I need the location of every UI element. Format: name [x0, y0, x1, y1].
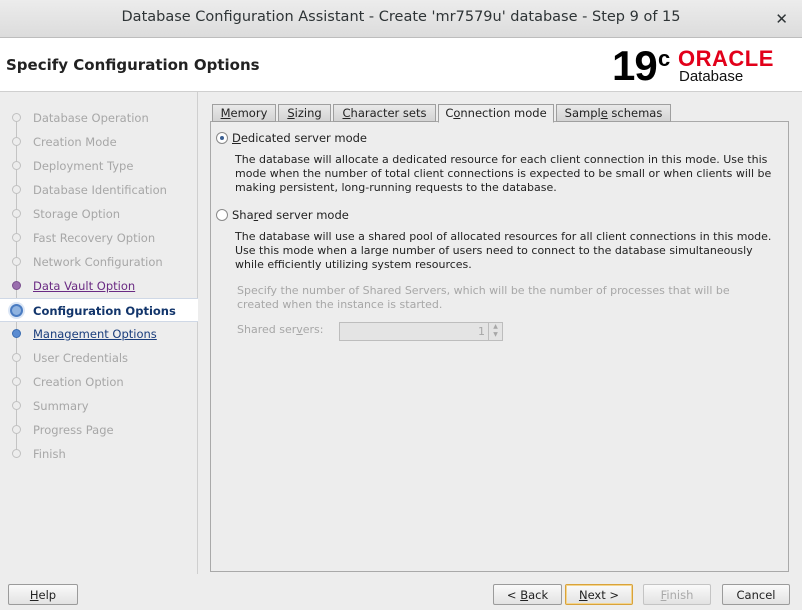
sidebar-item-user-credentials[interactable]: User Credentials — [0, 346, 198, 370]
shared-servers-label: Shared servers: — [237, 323, 324, 336]
dedicated-server-radio[interactable]: Dedicated server mode — [216, 131, 367, 145]
tab-sample-schemas[interactable]: Sample schemas — [556, 104, 671, 122]
sidebar-item-label: Deployment Type — [33, 159, 134, 173]
next-button[interactable]: Next > — [565, 584, 633, 605]
step-dot-icon — [12, 449, 21, 458]
step-dot-icon — [12, 425, 21, 434]
step-dot-icon — [12, 209, 21, 218]
window-title: Database Configuration Assistant - Creat… — [121, 9, 681, 25]
window-titlebar: Database Configuration Assistant - Creat… — [0, 0, 802, 38]
tab-memory[interactable]: Memory — [212, 104, 276, 122]
sidebar-item-management-options[interactable]: Management Options — [0, 322, 198, 346]
shared-servers-value: 1 — [478, 325, 485, 338]
step-dot-icon — [12, 137, 21, 146]
sidebar-item-deployment-type[interactable]: Deployment Type — [0, 154, 198, 178]
tab-character-sets[interactable]: Character sets — [333, 104, 436, 122]
sidebar-item-fast-recovery-option[interactable]: Fast Recovery Option — [0, 226, 198, 250]
back-button[interactable]: < Back — [493, 584, 562, 605]
sidebar-item-database-identification[interactable]: Database Identification — [0, 178, 198, 202]
sidebar-item-label: Fast Recovery Option — [33, 231, 156, 245]
radio-checked-icon[interactable] — [216, 132, 228, 144]
sidebar-item-label: Configuration Options — [33, 304, 176, 318]
step-dot-icon — [12, 257, 21, 266]
oracle-logo: 19 c ORACLE Database — [612, 44, 792, 88]
step-dot-icon — [12, 329, 21, 338]
sidebar-item-label: Finish — [33, 447, 66, 461]
radio-unchecked-icon[interactable] — [216, 209, 228, 221]
sidebar-item-label: Management Options — [33, 327, 157, 341]
step-dot-icon — [12, 377, 21, 386]
step-dot-icon — [12, 185, 21, 194]
shared-server-radio[interactable]: Shared server mode — [216, 208, 349, 222]
sidebar-item-label: User Credentials — [33, 351, 129, 365]
tab-sizing[interactable]: Sizing — [278, 104, 331, 122]
sidebar-item-label: Summary — [33, 399, 89, 413]
sidebar-item-label: Database Identification — [33, 183, 167, 197]
step-dot-icon — [12, 353, 21, 362]
close-icon[interactable]: ✕ — [775, 10, 788, 28]
step-dot-icon — [12, 113, 21, 122]
logo-version: 19 — [612, 42, 658, 89]
sidebar-item-label: Data Vault Option — [33, 279, 136, 293]
sidebar-item-summary[interactable]: Summary — [0, 394, 198, 418]
sidebar-item-creation-mode[interactable]: Creation Mode — [0, 130, 198, 154]
step-dot-icon — [12, 281, 21, 290]
step-current-icon — [10, 304, 23, 317]
step-dot-icon — [12, 161, 21, 170]
shared-server-description: The database will use a shared pool of a… — [235, 230, 772, 271]
shared-servers-help: Specify the number of Shared Servers, wh… — [237, 284, 730, 311]
help-button[interactable]: Help — [8, 584, 78, 605]
page-header: Specify Configuration Options 19 c ORACL… — [0, 38, 802, 92]
step-dot-icon — [12, 401, 21, 410]
logo-version-sup: c — [658, 46, 671, 71]
logo-product: Database — [679, 68, 744, 85]
sidebar-item-label: Creation Mode — [33, 135, 117, 149]
dedicated-server-description: The database will allocate a dedicated r… — [235, 153, 772, 194]
sidebar-item-database-operation[interactable]: Database Operation — [0, 106, 198, 130]
tab-connection-mode[interactable]: Connection mode — [438, 104, 554, 123]
step-dot-icon — [12, 233, 21, 242]
step-navigation: Database Operation Creation Mode Deploym… — [0, 92, 198, 574]
footer-bar: Help < Back Next > Finish Cancel — [0, 574, 802, 610]
sidebar-item-label: Progress Page — [33, 423, 114, 437]
sidebar-item-label: Database Operation — [33, 111, 149, 125]
sidebar-item-finish[interactable]: Finish — [0, 442, 198, 466]
sidebar-item-storage-option[interactable]: Storage Option — [0, 202, 198, 226]
sidebar-item-data-vault-option[interactable]: Data Vault Option — [0, 274, 198, 298]
spinner-arrows-icon[interactable]: ▲ ▼ — [488, 323, 502, 340]
sidebar-item-creation-option[interactable]: Creation Option — [0, 370, 198, 394]
sidebar-item-network-configuration[interactable]: Network Configuration — [0, 250, 198, 274]
page-title: Specify Configuration Options — [6, 56, 260, 74]
shared-servers-spinner[interactable]: 1 ▲ ▼ — [339, 322, 503, 341]
finish-button[interactable]: Finish — [643, 584, 711, 605]
sidebar-item-configuration-options[interactable]: Configuration Options — [0, 298, 198, 322]
sidebar-item-progress-page[interactable]: Progress Page — [0, 418, 198, 442]
sidebar-item-label: Creation Option — [33, 375, 124, 389]
cancel-button[interactable]: Cancel — [722, 584, 790, 605]
sidebar-item-label: Network Configuration — [33, 255, 163, 269]
sidebar-item-label: Storage Option — [33, 207, 121, 221]
